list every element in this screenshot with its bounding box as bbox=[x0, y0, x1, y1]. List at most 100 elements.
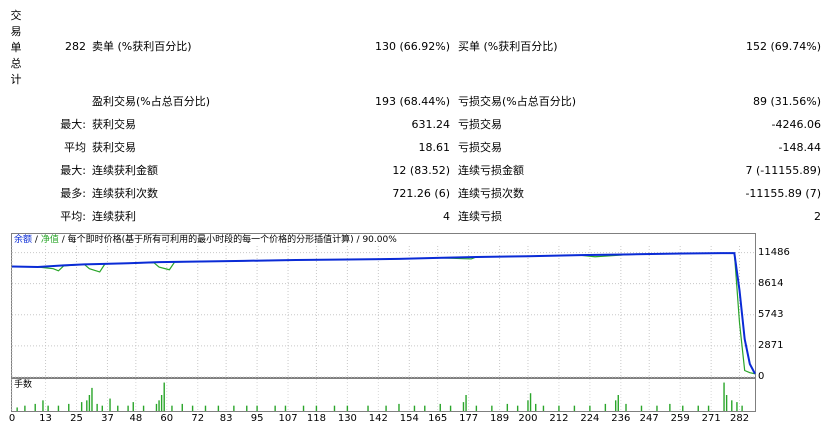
row-right-value: -148.44 bbox=[778, 141, 821, 154]
row-right-label: 亏损交易(%占总百分比) bbox=[458, 95, 577, 108]
volume-bar bbox=[535, 403, 537, 411]
side-char: 单 bbox=[10, 41, 22, 54]
row-left-label: 连续获利金额 bbox=[92, 164, 158, 177]
side-char: 交 bbox=[10, 9, 22, 22]
row-left-value: 193 (68.44%) bbox=[374, 95, 450, 108]
volume-bar bbox=[707, 405, 710, 411]
volume-bar bbox=[625, 403, 627, 411]
legend-description: 每个即时价格(基于所有可利用的最小时段的每一个价格的分形插值计算) bbox=[67, 235, 354, 245]
row-right-value: 2 bbox=[814, 210, 821, 223]
volume-bar bbox=[155, 403, 158, 411]
y-tick-label: 11486 bbox=[758, 246, 790, 258]
row-prefix: 平均: bbox=[60, 210, 86, 223]
volume-bar bbox=[573, 405, 576, 411]
volume-bar bbox=[57, 405, 60, 411]
y-tick-label: 5743 bbox=[758, 308, 784, 320]
x-tick-label: 130 bbox=[337, 413, 357, 424]
volume-bar bbox=[346, 405, 349, 411]
volume-bar bbox=[80, 402, 83, 411]
x-tick-label: 118 bbox=[306, 413, 326, 424]
volume-bar bbox=[617, 395, 619, 411]
volume-bar bbox=[656, 405, 658, 411]
x-tick-label: 0 bbox=[8, 413, 16, 424]
side-char: 总 bbox=[10, 57, 22, 70]
legend-balance: 余额 bbox=[14, 235, 33, 245]
legend-sep: / bbox=[34, 235, 38, 245]
short-trades-value: 130 (66.92%) bbox=[374, 40, 450, 53]
volume-bar bbox=[233, 405, 235, 411]
volume-bar bbox=[117, 405, 119, 411]
x-tick-label: 142 bbox=[368, 413, 388, 424]
row-right-value: 89 (31.56%) bbox=[752, 95, 821, 108]
volume-bar bbox=[109, 398, 111, 411]
row-prefix: 平均 bbox=[64, 141, 86, 154]
volume-bar bbox=[158, 400, 160, 411]
row-prefix: 最大: bbox=[60, 118, 86, 131]
volume-bar bbox=[101, 405, 103, 411]
volume-bar bbox=[367, 405, 369, 411]
x-tick-label: 200 bbox=[518, 413, 538, 424]
balance-line bbox=[11, 252, 756, 375]
volume-bar bbox=[42, 400, 44, 411]
volume-bar bbox=[491, 405, 493, 411]
volume-legend: 手数 bbox=[14, 380, 33, 390]
long-trades-value: 152 (69.74%) bbox=[745, 40, 821, 53]
x-tick-label: 60 bbox=[160, 413, 174, 424]
x-tick-label: 282 bbox=[729, 413, 750, 424]
row-prefix: 最多: bbox=[60, 187, 86, 200]
volume-bar bbox=[736, 402, 738, 411]
y-tick-label: 8614 bbox=[758, 277, 784, 289]
row-left-label: 连续获利 bbox=[92, 210, 136, 223]
x-tick-label: 83 bbox=[219, 413, 233, 424]
row-left-value: 721.26 (6) bbox=[392, 187, 450, 200]
volume-bar bbox=[217, 405, 220, 411]
x-tick-label: 236 bbox=[611, 413, 631, 424]
row-right-label: 连续亏损金额 bbox=[458, 164, 524, 177]
volume-bar bbox=[589, 405, 591, 411]
volume-bar bbox=[284, 405, 287, 411]
long-trades-label: 买单 (%获利百分比) bbox=[458, 40, 558, 53]
volume-bar bbox=[204, 405, 207, 411]
x-tick-label: 37 bbox=[101, 413, 114, 424]
volume-bar bbox=[516, 405, 519, 411]
x-tick-label: 25 bbox=[70, 413, 83, 424]
volume-bar bbox=[86, 400, 88, 411]
x-tick-label: 224 bbox=[580, 413, 600, 424]
volume-bar bbox=[697, 405, 699, 411]
volume-panel[interactable]: 手数 bbox=[11, 378, 756, 412]
row-left-value: 4 bbox=[443, 210, 450, 223]
volume-bar bbox=[91, 387, 93, 411]
row-right-value: 7 (-11155.89) bbox=[745, 164, 821, 177]
row-right-label: 亏损交易 bbox=[458, 118, 502, 131]
volume-bar bbox=[682, 405, 684, 411]
volume-bar bbox=[669, 403, 671, 411]
row-right-label: 连续亏损 bbox=[458, 210, 502, 223]
balance-chart[interactable]: 余额 / 净值 / 每个即时价格(基于所有可利用的最小时段的每一个价格的分形插值… bbox=[11, 233, 756, 378]
volume-bar bbox=[731, 400, 733, 411]
x-tick-label: 95 bbox=[250, 413, 264, 424]
legend-quality: 90.00% bbox=[362, 235, 397, 245]
x-tick-label: 48 bbox=[129, 413, 143, 424]
volume-bar bbox=[506, 403, 509, 411]
volume-bar bbox=[542, 405, 545, 411]
volume-bar bbox=[256, 405, 258, 411]
volume-bar bbox=[315, 405, 318, 411]
x-tick-label: 247 bbox=[639, 413, 659, 424]
volume-bar bbox=[449, 405, 452, 411]
row-right-value: -11155.89 (7) bbox=[745, 187, 821, 200]
volume-bar bbox=[24, 405, 26, 411]
row-prefix: 最大: bbox=[60, 164, 86, 177]
row-left-value: 631.24 bbox=[411, 118, 451, 131]
row-left-label: 获利交易 bbox=[92, 118, 136, 131]
row-right-label: 亏损交易 bbox=[458, 141, 502, 154]
row-right-label: 连续亏损次数 bbox=[458, 187, 524, 200]
x-tick-label: 72 bbox=[191, 413, 205, 424]
volume-bar bbox=[302, 405, 305, 411]
volume-bar bbox=[333, 405, 336, 411]
volume-bar bbox=[725, 395, 728, 411]
volume-bar bbox=[475, 405, 478, 411]
x-tick-label: 165 bbox=[428, 413, 448, 424]
legend-equity: 净值 bbox=[40, 235, 59, 245]
row-left-value: 12 (83.52) bbox=[392, 164, 450, 177]
x-tick-label: 154 bbox=[399, 413, 419, 424]
